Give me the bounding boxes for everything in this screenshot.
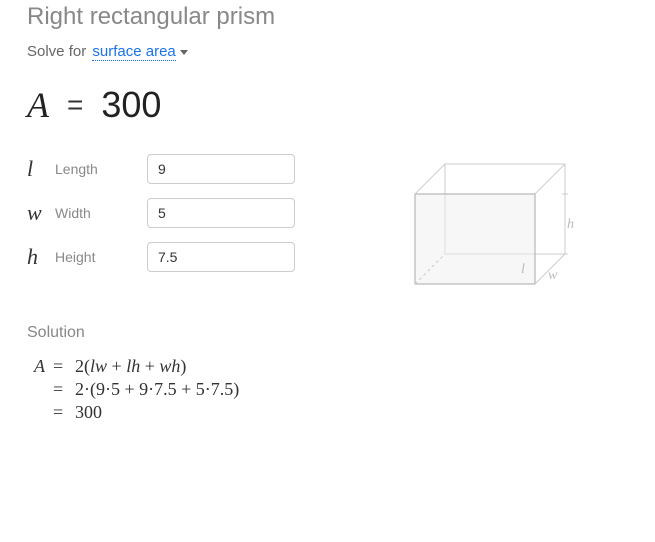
length-input[interactable] <box>147 154 295 184</box>
solve-for-dropdown[interactable]: surface area <box>92 43 175 61</box>
solution-line-2: = 2·(9·5 + 9·7.5 + 5·7.5) <box>27 379 628 400</box>
solution-eq-1: = <box>53 356 67 377</box>
result-value: 300 <box>101 84 161 126</box>
solution-rhs-3: 300 <box>75 402 102 423</box>
diagram-w-label: w <box>548 268 558 283</box>
diagram-l-label: l <box>521 262 525 277</box>
prism-diagram: l w h <box>405 154 585 294</box>
length-symbol: l <box>27 156 55 182</box>
solution-body: A = 2(lw + lh + wh) = 2·(9·5 + 9·7.5 + 5… <box>27 356 628 423</box>
result-symbol: A <box>27 84 49 126</box>
width-label: Width <box>55 205 147 221</box>
solution-eq-3: = <box>53 402 67 423</box>
solution-heading: Solution <box>27 324 628 342</box>
width-symbol: w <box>27 200 55 226</box>
solution-lhs-1: A <box>27 356 45 377</box>
chevron-down-icon[interactable] <box>180 50 188 55</box>
solve-for-label: Solve for <box>27 43 86 60</box>
solution-line-1: A = 2(lw + lh + wh) <box>27 356 628 377</box>
solution-line-3: = 300 <box>27 402 628 423</box>
solution-rhs-2: 2·(9·5 + 9·7.5 + 5·7.5) <box>75 379 239 400</box>
height-label: Height <box>55 249 147 265</box>
height-symbol: h <box>27 244 55 270</box>
input-row-width: w Width <box>27 198 295 228</box>
solve-for-row: Solve for surface area <box>27 43 628 60</box>
height-input[interactable] <box>147 242 295 272</box>
result-row: A = 300 <box>27 84 628 126</box>
page-title: Right rectangular prism <box>27 3 628 31</box>
diagram-h-label: h <box>567 217 574 232</box>
width-input[interactable] <box>147 198 295 228</box>
equals-sign: = <box>67 89 83 121</box>
inputs-column: l Length w Width h Height <box>27 154 295 294</box>
solution-rhs-1: 2(lw + lh + wh) <box>75 356 186 377</box>
input-row-height: h Height <box>27 242 295 272</box>
length-label: Length <box>55 161 147 177</box>
solution-eq-2: = <box>53 379 67 400</box>
input-row-length: l Length <box>27 154 295 184</box>
